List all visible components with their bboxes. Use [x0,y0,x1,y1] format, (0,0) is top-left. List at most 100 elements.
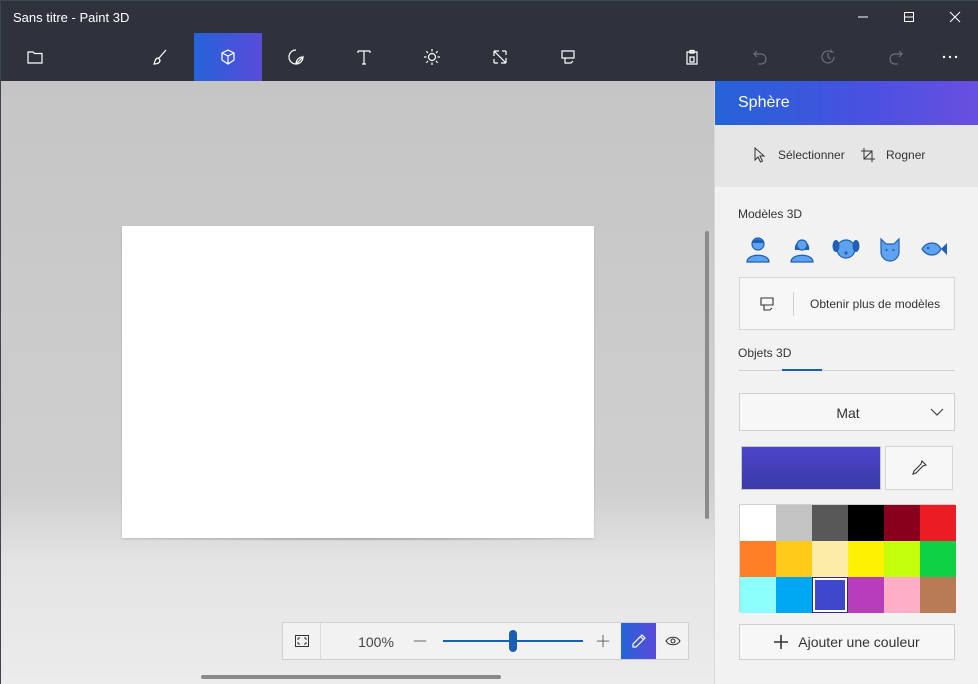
zoom-slider-thumb[interactable] [509,630,517,652]
tab-indicator [782,369,822,371]
title-bar: Sans titre - Paint 3D [1,1,978,33]
minimize-button-2[interactable] [840,1,886,33]
text-button[interactable] [330,33,398,81]
cat-model-icon [880,237,900,262]
color-swatch[interactable] [848,541,884,577]
chevron-down-icon [930,408,944,416]
plus-icon [596,634,610,648]
man-model-icon [746,237,770,263]
color-swatch[interactable] [884,541,920,577]
man-model-button[interactable] [742,233,774,265]
vertical-scrollbar[interactable] [705,231,709,519]
woman-model-button[interactable] [786,233,818,265]
paste-button[interactable] [658,33,726,81]
color-swatch[interactable] [920,541,956,577]
eyedropper-button[interactable] [885,446,953,490]
effects-icon [424,49,440,65]
color-swatch[interactable] [920,505,956,541]
current-color-swatch[interactable] [741,446,881,490]
crop-label: Rogner [886,148,926,162]
dog-model-button[interactable] [830,233,862,265]
horizontal-scrollbar[interactable] [201,675,501,679]
history-icon [821,49,835,64]
menu-button[interactable] [1,33,69,81]
remix-icon [561,50,575,64]
maximize-icon [904,12,914,22]
color-swatch[interactable] [812,577,848,613]
fish-model-button[interactable] [918,233,950,265]
eyedropper-icon [912,459,928,475]
paste-icon [686,49,698,65]
more-button[interactable] [920,33,978,81]
color-swatch[interactable] [776,505,812,541]
fit-to-screen-button[interactable] [283,623,321,659]
main-toolbar [1,33,978,81]
dog-model-icon [832,239,860,259]
color-swatch[interactable] [740,505,776,541]
color-swatch[interactable] [920,577,956,613]
color-swatch[interactable] [848,505,884,541]
drawing-canvas[interactable] [122,226,594,538]
3d-shapes-button[interactable] [194,33,262,81]
panel-header: Sphère [715,81,978,125]
window-title: Sans titre - Paint 3D [13,10,130,25]
fish-model-icon [921,242,947,256]
minimize-icon [858,16,868,18]
zoom-percent: 100% [358,634,394,650]
color-palette [739,504,956,613]
resize-icon [493,50,507,64]
fit-screen-icon [294,635,309,647]
tab-divider [739,370,955,371]
eye-icon [664,636,681,646]
crop-tool[interactable]: Rogner [860,147,925,163]
maximize-button[interactable] [886,1,932,33]
color-swatch[interactable] [848,577,884,613]
brushes-button[interactable] [126,33,194,81]
color-swatch[interactable] [740,541,776,577]
get-more-models-label: Obtenir plus de modèles [810,297,941,311]
zoom-in-button[interactable] [594,632,612,650]
history-button[interactable] [794,33,862,81]
finish-value: Mat [836,405,860,421]
text-icon [357,50,371,65]
minus-icon [413,640,427,642]
zoom-out-button[interactable] [411,632,429,650]
select-label: Sélectionner [778,148,845,162]
close-button[interactable] [932,1,978,33]
effects-button[interactable] [398,33,466,81]
crop-icon [861,148,875,162]
stickers-button[interactable] [262,33,330,81]
edit-mode-button[interactable] [621,623,656,659]
view-3d-button[interactable] [656,623,689,659]
redo-icon [889,50,903,65]
more-icon [942,55,958,59]
color-swatch[interactable] [776,577,812,613]
undo-icon [753,50,767,65]
select-tool[interactable]: Sélectionner [752,147,845,163]
models-section-label: Modèles 3D [738,207,803,221]
get-more-models-button[interactable]: Obtenir plus de modèles [739,277,955,330]
cat-model-button[interactable] [874,233,906,265]
tab-3d-objects[interactable]: Objets 3D [738,346,791,360]
workspace[interactable]: 100% [1,81,714,684]
finish-dropdown[interactable]: Mat [739,393,955,431]
zoom-bar: 100% [282,622,689,660]
color-swatch[interactable] [740,577,776,613]
color-swatch[interactable] [776,541,812,577]
undo-button[interactable] [726,33,794,81]
color-swatch[interactable] [884,577,920,613]
add-color-button[interactable]: Ajouter une couleur [739,624,955,660]
cube-icon [221,49,235,65]
sticker-icon [288,49,304,65]
paint3d-window: Sans titre - Paint 3D 100% Sphère Sélect… [0,0,978,684]
canvas-button[interactable] [466,33,534,81]
woman-model-icon [790,239,814,263]
color-swatch[interactable] [812,541,848,577]
folder-icon [27,51,43,64]
remix-button[interactable] [534,33,602,81]
color-swatch[interactable] [884,505,920,541]
side-panel: Sphère Sélectionner Rogner Modèles 3D Ob… [714,81,978,684]
color-swatch[interactable] [812,505,848,541]
remix-store-icon [740,278,793,329]
pencil-icon [631,634,646,648]
